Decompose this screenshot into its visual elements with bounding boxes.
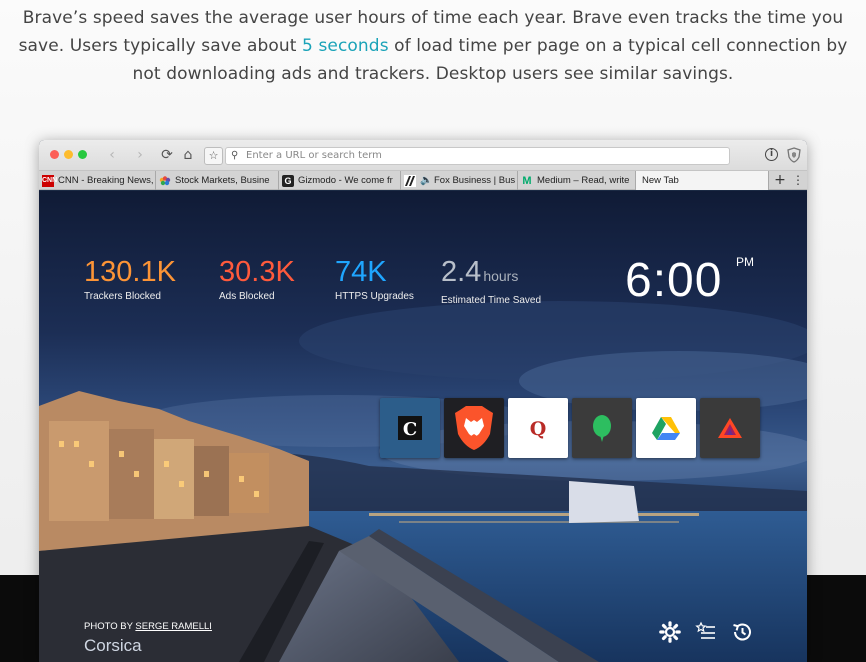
back-arrow-icon[interactable]: ‹ <box>103 146 121 164</box>
tab-label: New Tab <box>642 175 679 186</box>
tab-gizmodo[interactable]: G Gizmodo - We come fr <box>279 171 401 190</box>
bookmark-star-icon[interactable]: ☆ <box>204 147 223 165</box>
tile-brave[interactable] <box>444 398 504 458</box>
clock: 6:00 <box>625 254 723 307</box>
home-icon[interactable]: ⌂ <box>179 146 197 164</box>
tab-stock-markets[interactable]: Stock Markets, Busine <box>156 171 279 190</box>
trackers-blocked-label: Trackers Blocked <box>84 291 161 302</box>
history-clock-icon[interactable] <box>731 621 753 643</box>
https-upgrades-label: HTTPS Upgrades <box>335 291 414 302</box>
url-placeholder: Enter a URL or search term <box>246 150 382 161</box>
fox-business-icon <box>404 174 416 187</box>
photo-by-label: PHOTO BY <box>84 621 133 632</box>
intro-text: Brave’s speed saves the average user hou… <box>0 4 866 88</box>
https-upgrades-value: 74K <box>335 256 387 288</box>
tab-strip: CNN CNN - Breaking News, Stock Markets, … <box>39 171 807 190</box>
google-drive-icon <box>652 417 680 440</box>
evernote-icon <box>593 415 611 442</box>
photo-location: Corsica <box>84 636 142 655</box>
window-close-button[interactable] <box>50 150 59 159</box>
nbc-peacock-icon <box>159 175 171 185</box>
svg-text:Q: Q <box>530 418 547 440</box>
intro-line-2-end: of load time per page on a typical cell … <box>388 36 848 56</box>
more-options-icon[interactable]: ⋮ <box>789 171 807 190</box>
browser-window: ‹ › ⟳ ⌂ ☆ ⚲ Enter a URL or search term i… <box>39 140 807 662</box>
tile-evernote[interactable] <box>572 398 632 458</box>
bookmarks-list-icon[interactable] <box>695 621 717 643</box>
clock-ampm: PM <box>736 255 754 269</box>
speaker-icon: 🔈 <box>420 174 433 186</box>
reload-icon[interactable]: ⟳ <box>158 146 176 164</box>
bottom-toolbar <box>659 621 753 643</box>
brave-bat-icon <box>718 418 742 438</box>
stat-trackers-blocked: 130.1K Trackers Blocked <box>84 255 176 302</box>
photo-credit: PHOTO BY SERGE RAMELLI <box>84 621 212 632</box>
tab-cnn[interactable]: CNN CNN - Breaking News, <box>39 171 156 190</box>
tile-google-drive[interactable] <box>636 398 696 458</box>
stat-https-upgrades: 74K HTTPS Upgrades <box>335 255 414 302</box>
stat-ads-blocked: 30.3K Ads Blocked <box>219 255 295 302</box>
intro-line-3: not downloading ads and trackers. Deskto… <box>132 64 734 84</box>
tab-new-tab[interactable]: New Tab <box>636 171 769 190</box>
time-saved-value: 2.4 hours <box>441 255 541 293</box>
new-tab-plus-icon[interactable]: + <box>771 171 789 190</box>
photographer-link[interactable]: SERGE RAMELLI <box>135 621 212 632</box>
tab-fox-business[interactable]: 🔈 Fox Business | Bus <box>401 171 518 190</box>
settings-gear-icon[interactable] <box>659 621 681 643</box>
tab-label: Gizmodo - We come fr <box>298 175 393 186</box>
tab-medium[interactable]: M Medium – Read, write <box>518 171 636 190</box>
trackers-blocked-value: 130.1K <box>84 256 176 288</box>
tab-label: Stock Markets, Busine <box>175 175 270 186</box>
gizmodo-icon: G <box>282 174 294 187</box>
tab-label: CNN - Breaking News, <box>58 175 154 186</box>
medium-icon: M <box>522 174 532 187</box>
ads-blocked-label: Ads Blocked <box>219 291 275 302</box>
stat-time-saved: 2.4 hours Estimated Time Saved <box>441 255 541 306</box>
brave-shield-icon[interactable] <box>787 147 801 163</box>
chicago-tribune-icon: C <box>398 416 422 440</box>
ads-blocked-value: 30.3K <box>219 256 295 288</box>
tab-label: Fox Business | Bus <box>434 175 516 186</box>
url-input[interactable]: ⚲ Enter a URL or search term <box>225 147 730 165</box>
intro-line-1: Brave’s speed saves the average user hou… <box>22 8 844 28</box>
five-seconds-link[interactable]: 5 seconds <box>302 36 389 56</box>
top-sites-tiles: C Q <box>380 398 760 458</box>
window-maximize-button[interactable] <box>78 150 87 159</box>
window-minimize-button[interactable] <box>64 150 73 159</box>
browser-toolbar: ‹ › ⟳ ⌂ ☆ ⚲ Enter a URL or search term i <box>39 140 807 171</box>
svg-text:C: C <box>403 419 417 440</box>
intro-line-2-start: save. Users typically save about <box>18 36 303 56</box>
intro-line-2: save. Users typically save about 5 secon… <box>0 32 866 60</box>
time-saved-unit: hours <box>483 268 519 284</box>
time-saved-number: 2.4 <box>441 256 482 288</box>
tile-quora[interactable]: Q <box>508 398 568 458</box>
tile-brave-bat[interactable] <box>700 398 760 458</box>
search-icon: ⚲ <box>231 150 239 161</box>
new-tab-page: 130.1K Trackers Blocked 30.3K Ads Blocke… <box>39 191 807 662</box>
quora-icon: Q <box>530 418 547 440</box>
brave-lion-icon <box>455 406 493 450</box>
cnn-icon: CNN <box>42 174 57 187</box>
tab-actions: + ⋮ <box>771 171 807 190</box>
time-saved-label: Estimated Time Saved <box>441 295 542 306</box>
tab-label: Medium – Read, write <box>537 175 630 186</box>
info-icon[interactable]: i <box>765 148 778 161</box>
tile-chicago-tribune[interactable]: C <box>380 398 440 458</box>
forward-arrow-icon[interactable]: › <box>131 146 149 164</box>
